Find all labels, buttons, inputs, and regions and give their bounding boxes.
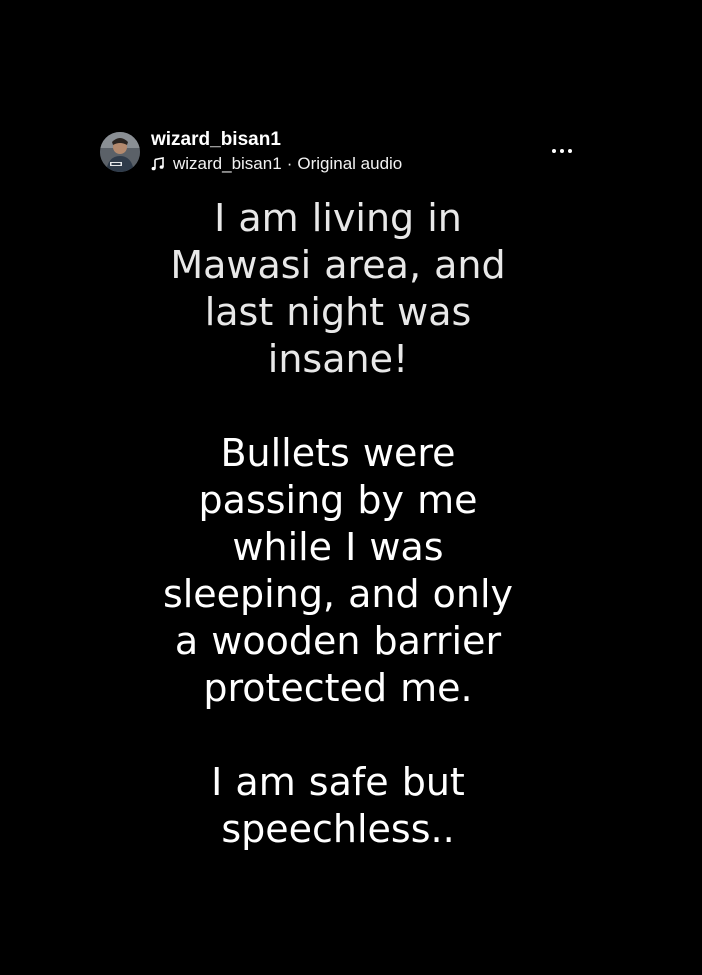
- avatar[interactable]: [100, 132, 140, 172]
- reel-post: wizard_bisan1 wizard_bisan1 · Original a…: [0, 0, 702, 975]
- caption-paragraph: I am safe but speechless..: [95, 759, 581, 853]
- caption-line: a wooden barrier: [174, 619, 502, 663]
- caption-line: I am living in: [214, 196, 462, 240]
- music-note-icon: [151, 157, 164, 171]
- more-horizontal-icon: [552, 149, 556, 153]
- caption-line: Bullets were: [220, 431, 456, 475]
- caption-line: protected me.: [203, 666, 473, 710]
- more-dot: [568, 149, 572, 153]
- user-meta: wizard_bisan1 wizard_bisan1 · Original a…: [151, 128, 531, 175]
- audio-separator: ·: [286, 154, 293, 173]
- profile-photo: [100, 132, 140, 172]
- audio-artist[interactable]: wizard_bisan1: [173, 154, 282, 174]
- caption-paragraph: Bullets were passing by me while I was s…: [95, 430, 581, 712]
- post-header: wizard_bisan1 wizard_bisan1 · Original a…: [100, 128, 580, 178]
- audio-attribution[interactable]: wizard_bisan1 · Original audio: [151, 153, 531, 175]
- caption-line: sleeping, and only: [162, 572, 514, 616]
- caption-line: insane!: [267, 337, 409, 381]
- caption-line: I am safe but: [211, 760, 465, 804]
- caption-line: while I was: [232, 525, 444, 569]
- caption-line: last night was: [204, 290, 472, 334]
- caption-line: Mawasi area, and: [170, 243, 506, 287]
- audio-title[interactable]: Original audio: [297, 154, 402, 174]
- more-options-button[interactable]: [549, 142, 575, 158]
- more-dot: [560, 149, 564, 153]
- caption-paragraph: I am living in Mawasi area, and last nig…: [95, 195, 581, 383]
- caption-line: speechless..: [221, 807, 455, 851]
- caption-line: passing by me: [198, 478, 478, 522]
- username[interactable]: wizard_bisan1: [151, 128, 531, 152]
- reel-text-card[interactable]: I am living in Mawasi area, and last nig…: [95, 195, 581, 875]
